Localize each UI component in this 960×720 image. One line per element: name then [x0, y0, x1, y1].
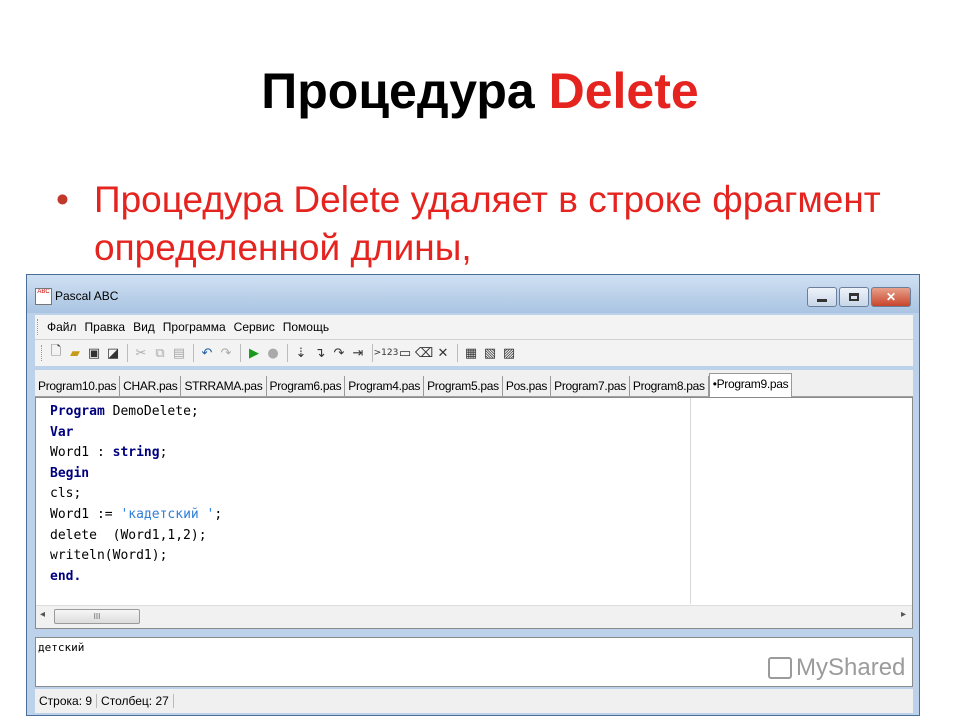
tab-program6[interactable]: Program6.pas — [267, 376, 346, 396]
slide-bullet: • Процедура Delete удаляет в строке фраг… — [56, 176, 906, 272]
status-bar: Строка: 9 Столбец: 27 — [35, 689, 913, 713]
tab-strrama[interactable]: STRRAMA.pas — [181, 376, 267, 396]
menu-program[interactable]: Программа — [159, 320, 230, 334]
copy-icon[interactable]: ⧉ — [151, 344, 169, 362]
step-over-icon[interactable]: ↷ — [330, 344, 348, 362]
window-controls: ✕ — [807, 287, 911, 307]
toolbar-separator — [287, 344, 288, 362]
toolbar-separator — [127, 344, 128, 362]
evaluate-icon[interactable]: >123 — [374, 344, 399, 362]
toolbar-separator — [240, 344, 241, 362]
menu-edit[interactable]: Правка — [81, 320, 130, 334]
tab-program5[interactable]: Program5.pas — [424, 376, 503, 396]
tab-pos[interactable]: Pos.pas — [503, 376, 552, 396]
format-icon[interactable]: ▦ — [462, 344, 480, 362]
status-row: Строка: 9 — [35, 694, 98, 708]
minimize-icon — [817, 298, 827, 302]
window-title: Pascal ABC — [55, 289, 119, 303]
paste-icon[interactable]: ▤ — [170, 344, 188, 362]
toolbar-separator — [457, 344, 458, 362]
code-text-span: DemoDelete; — [104, 404, 199, 419]
scroll-left-icon[interactable]: ◂ — [40, 609, 45, 620]
code-text-span: Word1 := — [50, 506, 121, 522]
code-text-span: delete (Word1,1,2); — [50, 527, 207, 543]
menu-view[interactable]: Вид — [129, 320, 159, 334]
cut-icon[interactable]: ✂ — [132, 344, 150, 362]
code-text-span: cls; — [50, 486, 82, 502]
undo-icon[interactable]: ↶ — [198, 344, 216, 362]
run-icon[interactable]: ▶ — [245, 344, 263, 362]
horizontal-scrollbar[interactable]: ◂ III ▸ — [36, 605, 912, 628]
watermark-text: MyShared — [796, 654, 906, 681]
watermark: MyShared — [768, 654, 905, 682]
slide-title-accent: Delete — [548, 63, 699, 119]
open-folder-icon[interactable]: ▰ — [66, 344, 84, 362]
code-keyword: Var — [50, 424, 74, 440]
save-all-icon[interactable]: ◪ — [104, 344, 122, 362]
clear-icon[interactable]: ⌫ — [415, 344, 433, 362]
compile-icon[interactable]: ▨ — [500, 344, 518, 362]
step-icon[interactable]: ⇣ — [292, 344, 310, 362]
code-editor[interactable]: Program DemoDelete; Var Word1 : string; … — [35, 397, 913, 629]
run-to-cursor-icon[interactable]: ⇥ — [349, 344, 367, 362]
code-keyword: end. — [50, 568, 82, 584]
code-text-span: Word1 : — [50, 445, 113, 461]
maximize-icon — [849, 293, 859, 301]
menu-grip — [37, 319, 41, 335]
tab-program9[interactable]: •Program9.pas — [708, 373, 793, 397]
menu-help[interactable]: Помощь — [279, 320, 333, 334]
code-string: 'кадетский ' — [120, 506, 215, 522]
toolbar: 🗋 ▰ ▣ ◪ ✂ ⧉ ▤ ↶ ↷ ▶ ● ⇣ ↴ ↷ ⇥ >123 ▭ ⌫ ✕… — [35, 340, 913, 366]
app-icon: ABC — [35, 288, 52, 305]
bullet-dot: • — [56, 179, 69, 220]
minimize-button[interactable] — [807, 287, 837, 307]
code-text-span: writeln(Word1); — [50, 548, 168, 564]
scroll-right-icon[interactable]: ▸ — [901, 609, 906, 620]
debug-icon[interactable]: ▧ — [481, 344, 499, 362]
tab-program4[interactable]: Program4.pas — [345, 376, 425, 396]
stop-icon[interactable]: ● — [264, 344, 282, 362]
close-icon[interactable]: ✕ — [434, 344, 452, 362]
right-margin-line — [690, 398, 691, 604]
bullet-text: Процедура Delete удаляет в строке фрагме… — [94, 179, 881, 268]
tab-char[interactable]: CHAR.pas — [120, 376, 182, 396]
tab-program8[interactable]: Program8.pas — [630, 376, 709, 396]
code-keyword: Begin — [50, 465, 90, 481]
menu-bar: Файл Правка Вид Программа Сервис Помощь — [35, 315, 913, 340]
code-keyword: string — [112, 445, 160, 461]
code-text-span: ; — [159, 445, 168, 461]
save-icon[interactable]: ▣ — [85, 344, 103, 362]
code-text-span: ; — [214, 506, 223, 522]
code-keyword: Program — [50, 404, 105, 419]
status-column: Столбец: 27 — [97, 694, 174, 708]
code-text: Program DemoDelete; Var Word1 : string; … — [50, 402, 222, 587]
tab-program10[interactable]: Program10.pas — [35, 376, 121, 396]
title-bar[interactable]: ABC Pascal ABC ✕ — [27, 275, 919, 313]
toolbar-separator — [193, 344, 194, 362]
slide-title: Процедура Delete — [0, 62, 960, 120]
slide-title-prefix: Процедура — [261, 63, 549, 119]
close-window-button[interactable]: ✕ — [871, 287, 911, 307]
menu-service[interactable]: Сервис — [230, 320, 279, 334]
watch-icon[interactable]: ▭ — [396, 344, 414, 362]
menu-file[interactable]: Файл — [43, 320, 81, 334]
redo-icon[interactable]: ↷ — [217, 344, 235, 362]
tab-program7[interactable]: Program7.pas — [551, 376, 630, 396]
scrollbar-thumb[interactable]: III — [54, 609, 140, 624]
output-text: детский — [38, 641, 85, 654]
file-tabs: Program10.pas CHAR.pas STRRAMA.pas Progr… — [35, 370, 913, 397]
toolbar-grip — [41, 345, 45, 361]
maximize-button[interactable] — [839, 287, 869, 307]
step-into-icon[interactable]: ↴ — [311, 344, 329, 362]
pascal-abc-window: ABC Pascal ABC ✕ Файл Правка Вид Програм… — [26, 274, 920, 716]
new-file-icon[interactable]: 🗋 — [47, 344, 65, 362]
close-window-icon: ✕ — [885, 290, 897, 304]
watermark-logo-icon — [768, 657, 792, 679]
